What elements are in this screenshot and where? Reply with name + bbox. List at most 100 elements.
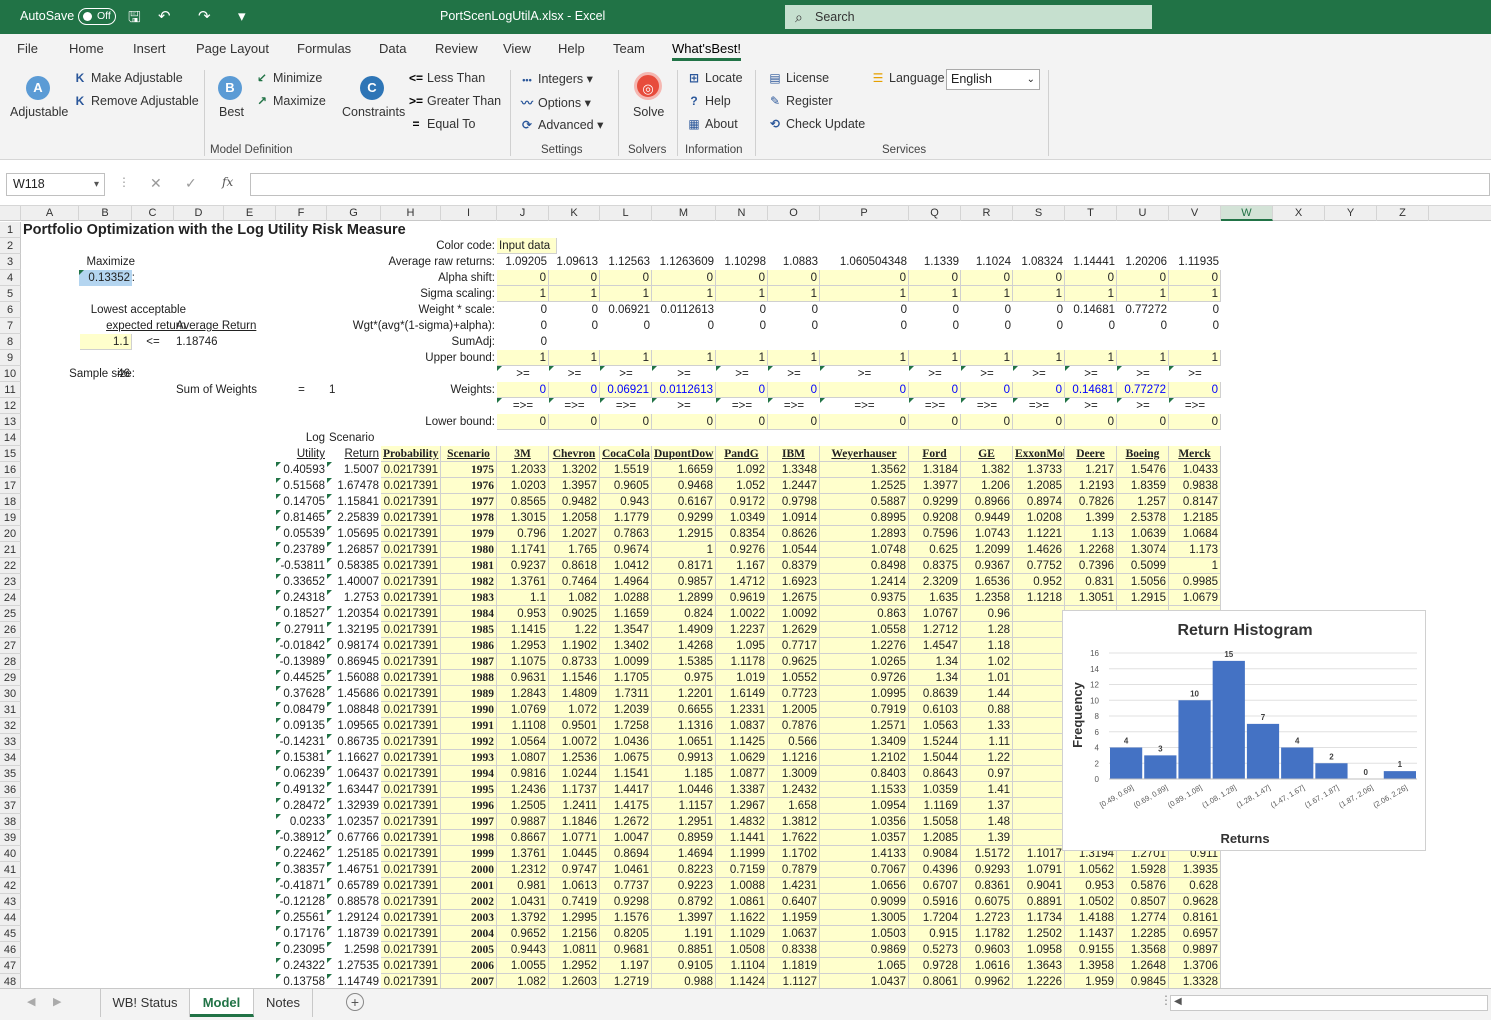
table-cell[interactable]: 1.02 (961, 654, 1013, 670)
row-header[interactable]: 31 (0, 702, 21, 718)
table-cell[interactable]: 0.0217391 (381, 494, 441, 510)
table-cell[interactable]: 1.0356 (820, 814, 909, 830)
table-cell[interactable]: 1.185 (652, 766, 716, 782)
formula-input[interactable] (250, 173, 1490, 196)
table-cell[interactable]: 1.29124 (327, 910, 381, 926)
column-header[interactable]: S (1013, 206, 1065, 221)
table-cell[interactable]: 1.0995 (820, 686, 909, 702)
table-cell[interactable]: 1.0958 (1013, 942, 1065, 958)
table-cell[interactable]: 0.33652 (276, 574, 327, 590)
menu-data[interactable]: Data (379, 41, 406, 56)
table-cell[interactable]: 0.0217391 (381, 510, 441, 526)
table-cell[interactable]: 0.9468 (652, 478, 716, 494)
table-cell[interactable]: 1.1075 (497, 654, 549, 670)
table-cell[interactable]: 0.8959 (652, 830, 716, 846)
table-cell[interactable]: 0.9099 (820, 894, 909, 910)
table-cell[interactable]: 1976 (441, 478, 497, 494)
table-cell[interactable]: 1.2085 (909, 830, 961, 846)
table-cell[interactable]: 1.3977 (909, 478, 961, 494)
table-cell[interactable]: 1.0445 (549, 846, 600, 862)
table-cell[interactable]: 1.2843 (497, 686, 549, 702)
menu-home[interactable]: Home (69, 41, 104, 56)
sheet-title[interactable]: Portfolio Optimization with the Log Util… (21, 222, 497, 238)
cell-upper-bound[interactable]: 1 (549, 350, 600, 366)
table-cell[interactable]: 1.3997 (652, 910, 716, 926)
best-button[interactable]: Best (219, 105, 244, 119)
table-cell[interactable]: 1.2447 (768, 478, 820, 494)
table-cell[interactable]: 2.25839 (327, 510, 381, 526)
table-cell[interactable]: 1.3409 (820, 734, 909, 750)
table-cell[interactable]: 0.09135 (276, 718, 327, 734)
table-cell[interactable]: 0.0217391 (381, 670, 441, 686)
solve-button[interactable]: Solve (633, 105, 664, 119)
table-cell[interactable]: 1.2536 (549, 750, 600, 766)
table-cell[interactable]: 1988 (441, 670, 497, 686)
table-cell[interactable]: 1.1104 (716, 958, 768, 974)
table-cell[interactable]: 1.1782 (961, 926, 1013, 942)
cell-lower-bound[interactable]: 0 (497, 414, 549, 430)
scroll-right-icon[interactable]: ▶ (53, 995, 61, 1008)
table-cell[interactable]: 1.0564 (497, 734, 549, 750)
cancel-icon[interactable]: ✕ (150, 175, 162, 192)
table-cell[interactable]: 1979 (441, 526, 497, 542)
table-cell[interactable]: 1.3387 (716, 782, 768, 798)
cell-sigma-scaling[interactable]: 1 (1013, 286, 1065, 302)
table-cell[interactable]: 1.0461 (600, 862, 652, 878)
table-cell[interactable]: 0.7464 (549, 574, 600, 590)
cell-sigma-scaling[interactable]: 1 (497, 286, 549, 302)
table-cell[interactable]: 1.1959 (768, 910, 820, 926)
table-cell[interactable]: 1.5928 (1117, 862, 1169, 878)
table-cell[interactable]: 1.2893 (820, 526, 909, 542)
table-cell[interactable]: 1.2156 (549, 926, 600, 942)
table-cell[interactable]: 0.8171 (652, 558, 716, 574)
table-cell[interactable]: 1.2753 (327, 590, 381, 606)
table-cell[interactable]: 2002 (441, 894, 497, 910)
table-cell[interactable]: 1.4832 (716, 814, 768, 830)
table-cell[interactable]: 1.26857 (327, 542, 381, 558)
license-button[interactable]: ▤ License (767, 71, 829, 85)
table-cell[interactable]: 1.0508 (716, 942, 768, 958)
table-cell[interactable]: 1.05695 (327, 526, 381, 542)
table-header[interactable]: Scenario (441, 446, 497, 462)
cell-alpha-shift[interactable]: 0 (652, 270, 716, 286)
cell-row12-ops[interactable]: =>= (716, 398, 768, 414)
cell-row10-ops[interactable]: >= (1169, 366, 1221, 382)
table-cell[interactable]: 2005 (441, 942, 497, 958)
table-header[interactable]: GE (961, 446, 1013, 462)
table-cell[interactable]: 1.3568 (1117, 942, 1169, 958)
table-cell[interactable]: 1.0563 (909, 718, 961, 734)
table-cell[interactable]: 0.7826 (1065, 494, 1117, 510)
column-header[interactable]: L (600, 206, 652, 221)
table-cell[interactable]: 1.1 (497, 590, 549, 606)
cell-lower-bound[interactable]: 0 (652, 414, 716, 430)
table-cell[interactable]: 1.25185 (327, 846, 381, 862)
table-cell[interactable]: 1.1702 (768, 846, 820, 862)
column-header[interactable]: P (820, 206, 909, 221)
table-cell[interactable]: 1.0629 (716, 750, 768, 766)
cell-weights[interactable]: 0 (961, 382, 1013, 398)
average-return-value[interactable]: 1.18746 (174, 334, 276, 350)
table-cell[interactable]: 0.0217391 (381, 590, 441, 606)
column-header[interactable]: N (716, 206, 768, 221)
cell-lower-bound[interactable]: 0 (1117, 414, 1169, 430)
worksheet-grid[interactable]: ABCDEFGHIJKLMNOPQRSTUVWXYZ 1 2 3 4 5 6 7 8 9 10 11… (0, 206, 1491, 988)
row-label-weight-scale[interactable]: Weight * scale: (327, 302, 497, 318)
table-cell[interactable]: 1.2712 (909, 622, 961, 638)
column-header[interactable]: H (381, 206, 441, 221)
cell-avg-raw-returns[interactable]: 1.1024 (961, 254, 1013, 270)
make-adjustable-button[interactable]: K Make Adjustable (72, 71, 183, 85)
table-cell[interactable]: 0.7863 (600, 526, 652, 542)
row-header[interactable]: 5 (0, 286, 21, 302)
lowest-acceptable-value[interactable]: 1.1 (80, 334, 132, 350)
cell-row10-ops[interactable]: >= (768, 366, 820, 382)
table-cell[interactable]: 1.0748 (820, 542, 909, 558)
table-cell[interactable]: 1.2774 (1117, 910, 1169, 926)
column-header[interactable]: X (1273, 206, 1325, 221)
table-cell[interactable] (1013, 670, 1065, 686)
table-cell[interactable]: 1.0022 (716, 606, 768, 622)
table-cell[interactable]: 1.072 (549, 702, 600, 718)
cell-lower-bound[interactable]: 0 (600, 414, 652, 430)
table-cell[interactable]: 0.8639 (909, 686, 961, 702)
row-header[interactable]: 45 (0, 926, 21, 942)
table-cell[interactable]: 1.0811 (549, 942, 600, 958)
